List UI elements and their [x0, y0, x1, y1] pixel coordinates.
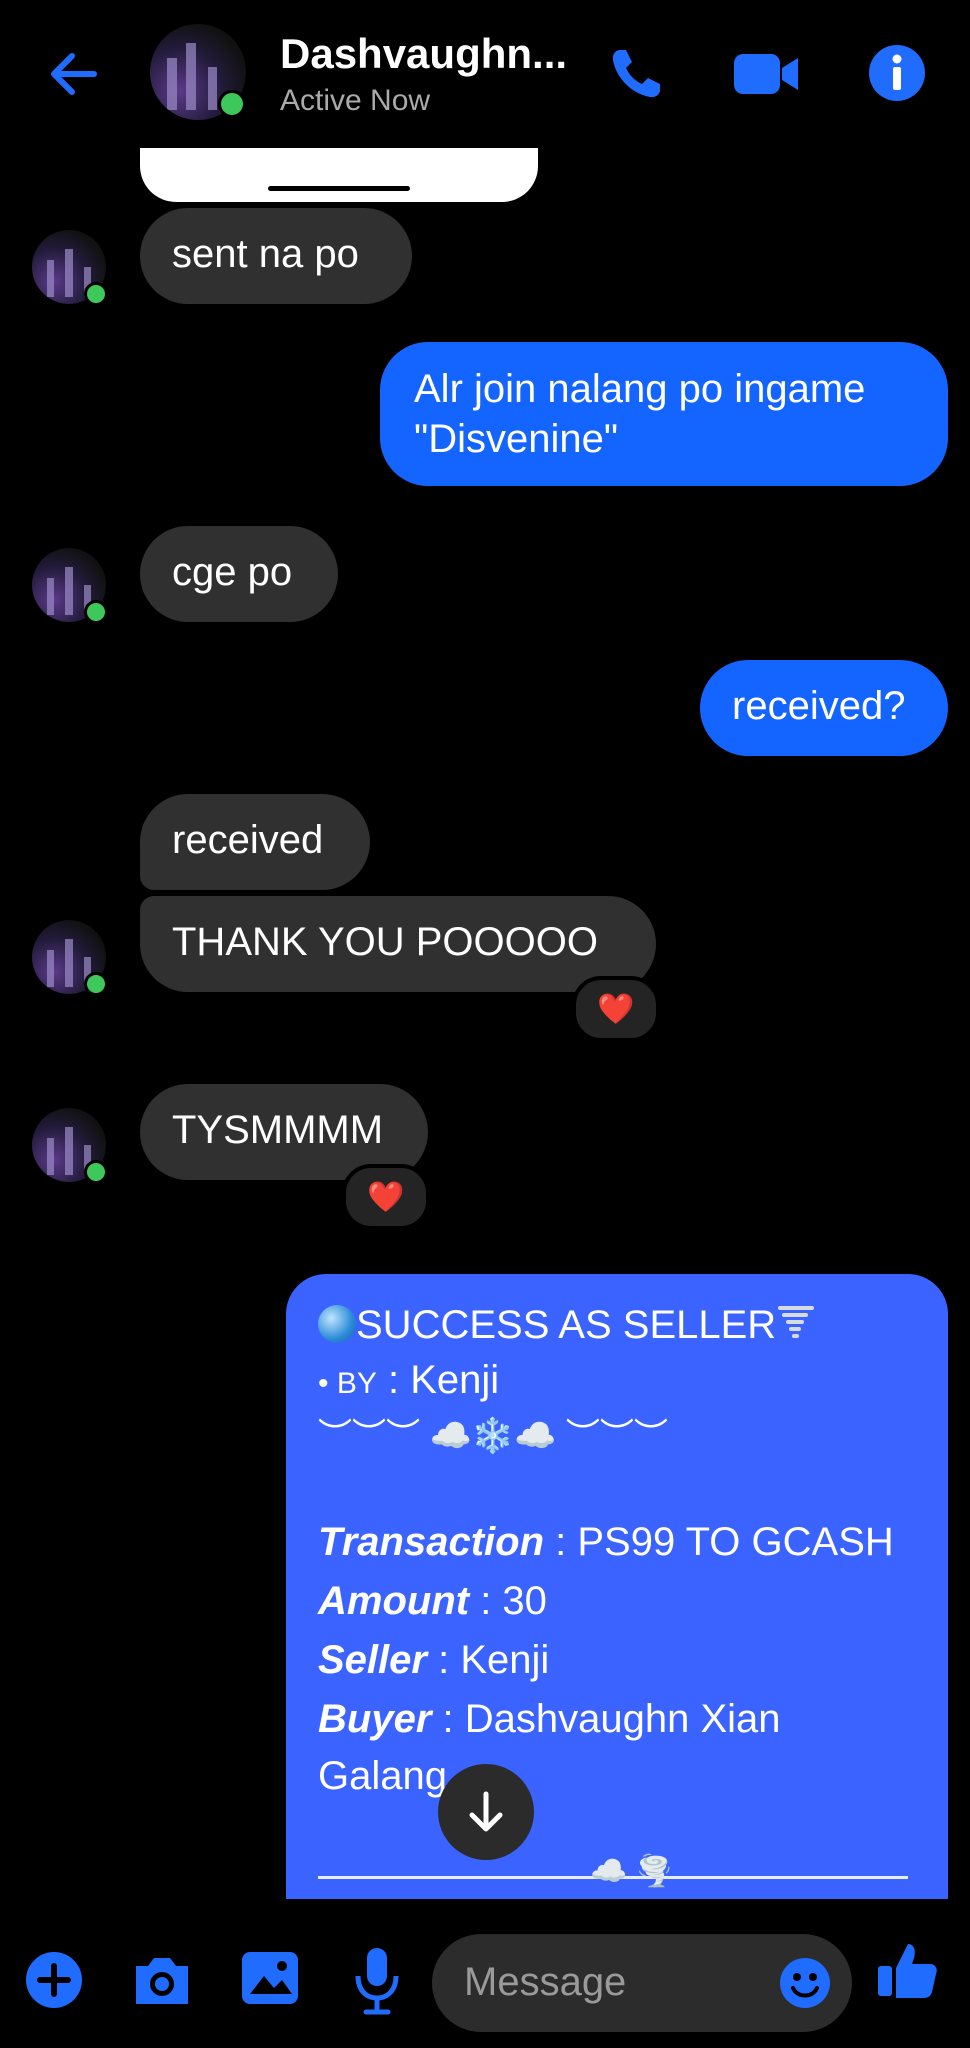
success-seller-message[interactable]: SUCCESS AS SELLER • BY : Kenji ︶︶︶ ☁️❄️☁… [286, 1274, 948, 1899]
active-status: Active Now [280, 84, 431, 117]
online-indicator [84, 972, 108, 996]
globe-icon [318, 1305, 356, 1343]
amount-value: : 30 [480, 1579, 547, 1623]
thumbs-up-icon[interactable] [876, 1938, 940, 2002]
emoji-icon[interactable] [778, 1956, 832, 2010]
by-label: • BY [318, 1367, 377, 1400]
tornado-icon [776, 1302, 816, 1352]
heart-reaction[interactable]: ❤️ [342, 1164, 430, 1230]
image-attachment[interactable] [140, 140, 538, 202]
online-indicator [84, 1160, 108, 1184]
heart-reaction[interactable]: ❤️ [572, 976, 660, 1042]
plus-icon[interactable] [24, 1950, 84, 2010]
transaction-value: : PS99 TO GCASH [555, 1520, 894, 1564]
buyer-value: : Dashvaughn Xian [442, 1697, 781, 1741]
microphone-icon[interactable] [352, 1946, 402, 2016]
message-input[interactable]: Message [432, 1934, 852, 2032]
transaction-label: Transaction [318, 1520, 544, 1564]
heart-icon: ❤️ [597, 992, 635, 1026]
incoming-message[interactable]: received [140, 794, 370, 890]
outgoing-message[interactable]: received? [700, 660, 948, 756]
arrow-down-icon [469, 1791, 503, 1832]
bottom-decoration: ☁️ 🌪️ [590, 1855, 674, 1888]
amount-label: Amount [318, 1579, 470, 1623]
chat-header: Dashvaughn... Active Now [0, 0, 970, 148]
heart-icon: ❤️ [367, 1180, 405, 1214]
incoming-message[interactable]: THANK YOU POOOOO [140, 896, 656, 992]
phone-icon[interactable] [606, 44, 666, 104]
online-indicator [218, 90, 246, 118]
info-icon[interactable] [866, 42, 928, 104]
seller-label: Seller [318, 1638, 427, 1682]
scroll-to-bottom-button[interactable] [438, 1764, 534, 1860]
video-camera-icon[interactable] [732, 46, 802, 102]
buyer-value-continued: Galang [318, 1754, 447, 1798]
camera-icon[interactable] [130, 1952, 194, 2008]
back-arrow-icon[interactable] [44, 44, 104, 104]
contact-name[interactable]: Dashvaughn... [280, 30, 567, 78]
outgoing-message[interactable]: Alr join nalang po ingame "Disvenine" [380, 342, 948, 486]
buyer-label: Buyer [318, 1697, 432, 1741]
incoming-message[interactable]: sent na po [140, 208, 412, 304]
card-title-line: SUCCESS AS SELLER [318, 1302, 816, 1352]
decorative-line: ︶︶︶ ☁️❄️☁️ ︶︶︶ [318, 1417, 668, 1455]
by-value: : Kenji [387, 1358, 500, 1402]
incoming-message[interactable]: cge po [140, 526, 338, 622]
online-indicator [84, 600, 108, 624]
card-title: SUCCESS AS SELLER [356, 1303, 777, 1347]
seller-value: : Kenji [438, 1638, 550, 1682]
gallery-icon[interactable] [240, 1950, 300, 2006]
message-placeholder: Message [464, 1960, 627, 2004]
online-indicator [84, 282, 108, 306]
